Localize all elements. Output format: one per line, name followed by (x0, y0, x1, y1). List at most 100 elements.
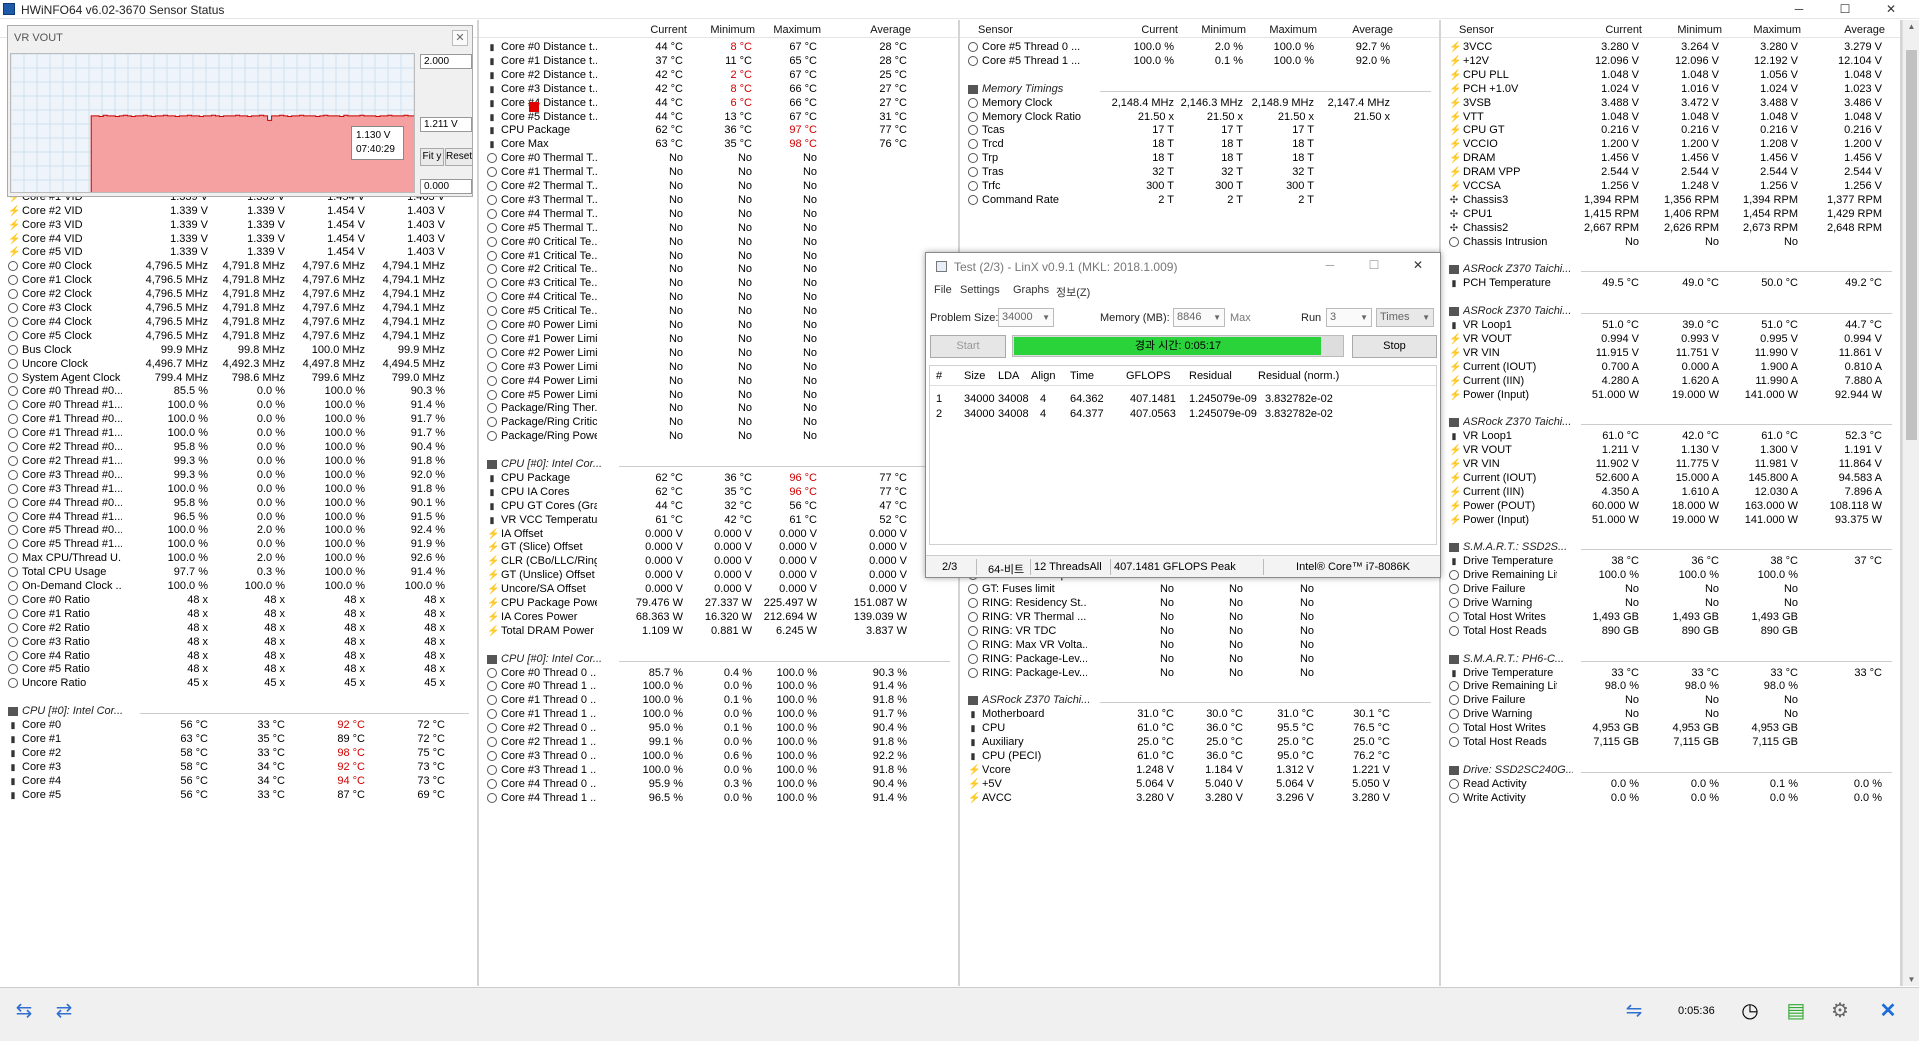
column-header[interactable]: Maximum (1753, 24, 1801, 36)
reset-button[interactable]: Reset (445, 148, 473, 166)
graph-min-input[interactable] (420, 179, 472, 194)
sensor-row[interactable]: Core #4 Thread 1 ... 96.5 % 0.0 % 100.0 % 91… (479, 790, 958, 807)
clock-icon (487, 181, 497, 191)
sensor-name: Package/Ring Ther... (501, 402, 597, 415)
graph-close-button[interactable]: ✕ (452, 30, 468, 46)
minimize-button[interactable]: ─ (1776, 0, 1822, 19)
results-cell: 407.0563 (1130, 408, 1176, 420)
column-header[interactable]: Maximum (773, 24, 821, 36)
fit-y-button[interactable]: Fit y (420, 148, 444, 166)
column-header[interactable]: Sensor (1459, 24, 1494, 36)
voltage-icon: ⚡ (1449, 42, 1462, 53)
times-select[interactable]: Times ▼ (1376, 308, 1434, 327)
sensor-row[interactable]: ▮ Core #5 56 °C 33 °C 87 °C 69 °C (0, 787, 477, 804)
clock-icon[interactable]: ◷ (1732, 996, 1768, 1026)
sensor-name: VTT (1463, 110, 1484, 123)
scroll-down-icon[interactable]: ▼ (1903, 975, 1919, 984)
value-maximum: 92 °C (337, 760, 365, 773)
value-minimum: 0.0 % (1690, 791, 1719, 804)
series-color-swatch[interactable] (529, 102, 539, 112)
start-button[interactable]: Start (930, 335, 1006, 358)
results-column-header[interactable]: Size (964, 370, 985, 382)
sensor-pane-4[interactable]: Sensor Current Minimum Maximum Average ⚡ 3VCC 3… (1441, 20, 1902, 986)
results-column-header[interactable]: # (936, 370, 942, 382)
column-header[interactable]: Sensor (978, 24, 1013, 36)
value-maximum: 100.0 % (776, 722, 817, 735)
results-column-header[interactable]: Residual (norm.) (1258, 370, 1339, 382)
sensor-row[interactable]: ⚡ AVCC 3.280 V 3.280 V 3.296 V 3.280 V (960, 790, 1439, 807)
results-row[interactable]: 1 34000 34008 4 64.362 407.1481 1.245079e-09 3.… (930, 389, 1436, 405)
network-icon[interactable]: ⇋ (1616, 996, 1652, 1026)
column-header[interactable]: Maximum (1269, 24, 1317, 36)
value-minimum: 1.016 V (1681, 82, 1719, 95)
column-header-row[interactable]: Current Minimum Maximum Average (479, 20, 958, 38)
graph-max-input[interactable] (420, 54, 472, 69)
linx-window[interactable]: Test (2/3) - LinX v0.9.1 (MKL: 2018.1.00… (925, 252, 1441, 578)
column-header[interactable]: Current (1605, 24, 1642, 36)
close-hwinfo-icon[interactable]: ✕ (1870, 996, 1906, 1026)
value-minimum: 27.337 W (704, 597, 752, 609)
linx-maximize-button[interactable]: ☐ (1364, 258, 1384, 272)
column-header-row[interactable]: Sensor Current Minimum Maximum Average (960, 20, 1439, 38)
results-table: # Size LDA Align Time GFLOPS Residual Residual … (929, 365, 1437, 545)
value-current: 0.0 % (1610, 777, 1639, 790)
value-minimum: 33 °C (1691, 666, 1719, 679)
collapse-right-icon[interactable]: ⇄ (46, 996, 82, 1026)
column-header[interactable]: Minimum (1677, 24, 1722, 36)
value-current: 95.8 % (173, 441, 208, 453)
graph-current-input[interactable] (420, 117, 472, 132)
results-column-header[interactable]: Time (1070, 370, 1094, 382)
sensor-graph-window[interactable]: VR VOUT ✕ 1.130 V 07:40:29 Fit y Reset (7, 25, 539, 197)
results-row[interactable]: 2 34000 34008 4 64.377 407.0563 1.245079e-09 3.… (930, 404, 1436, 420)
value-minimum: No (737, 221, 752, 234)
sensor-name: Core #4 VID (22, 232, 83, 245)
linx-minimize-button[interactable]: ─ (1320, 258, 1340, 272)
stop-button[interactable]: Stop (1352, 335, 1437, 358)
value-average: 48 x (424, 663, 445, 676)
column-header[interactable]: Current (650, 24, 687, 36)
sensor-name: CPU Package Power (501, 597, 597, 609)
column-header[interactable]: Average (1844, 24, 1885, 36)
menu-file[interactable]: File (934, 284, 952, 296)
column-header[interactable]: Minimum (710, 24, 755, 36)
results-column-header[interactable]: Align (1031, 370, 1055, 382)
value-minimum: No (737, 360, 752, 373)
column-header[interactable]: Average (1352, 24, 1393, 36)
results-column-header[interactable]: Residual (1189, 370, 1232, 382)
maximize-button[interactable]: ☐ (1822, 0, 1868, 19)
value-maximum: 100.0 % (1273, 54, 1314, 67)
sensor-row[interactable]: Write Activity 0.0 % 0.0 % 0.0 % 0.0 % (1441, 790, 1900, 807)
menu-info[interactable]: 정보(Z) (1056, 284, 1090, 300)
value-current: 1.339 V (170, 232, 208, 245)
column-header[interactable]: Minimum (1201, 24, 1246, 36)
linx-close-button[interactable]: ✕ (1408, 258, 1428, 272)
vertical-scrollbar[interactable]: ▲ ▼ (1902, 20, 1919, 986)
clock-icon (968, 55, 978, 66)
problem-size-select[interactable]: 34000 ▼ (998, 308, 1054, 327)
log-icon[interactable]: ▤ (1778, 996, 1814, 1026)
memory-select[interactable]: 8846 ▼ (1173, 308, 1225, 327)
collapse-left-icon[interactable]: ⇆ (6, 996, 42, 1026)
value-maximum: 2,148.9 MHz (1251, 96, 1314, 109)
sensor-name: Core #0 Thread 0 ... (501, 666, 597, 679)
column-header[interactable]: Average (870, 24, 911, 36)
sensor-name: Core #5 (22, 788, 62, 801)
thermometer-icon: ▮ (489, 83, 495, 94)
results-column-header[interactable]: GFLOPS (1126, 370, 1171, 382)
column-header[interactable]: Current (1141, 24, 1178, 36)
value-current: 4.350 A (1601, 485, 1639, 498)
value-average: 45 x (424, 677, 445, 690)
sensor-name: Core #0 Ratio (22, 593, 90, 606)
clock-icon (487, 320, 497, 330)
run-select[interactable]: 3 ▼ (1326, 308, 1372, 327)
close-button[interactable]: ✕ (1868, 0, 1914, 19)
sensor-pane-2[interactable]: Current Minimum Maximum Average ▮ Core #0 Dis… (479, 20, 960, 986)
scrollbar-thumb[interactable] (1906, 50, 1917, 440)
scroll-up-icon[interactable]: ▲ (1903, 22, 1919, 31)
menu-settings[interactable]: Settings (960, 284, 1000, 296)
column-header-row[interactable]: Sensor Current Minimum Maximum Average (1441, 20, 1900, 38)
settings-icon[interactable]: ⚙ (1822, 996, 1858, 1026)
results-column-header[interactable]: LDA (998, 370, 1019, 382)
value-average: 92.0 % (1355, 54, 1390, 67)
menu-graphs[interactable]: Graphs (1013, 284, 1049, 296)
